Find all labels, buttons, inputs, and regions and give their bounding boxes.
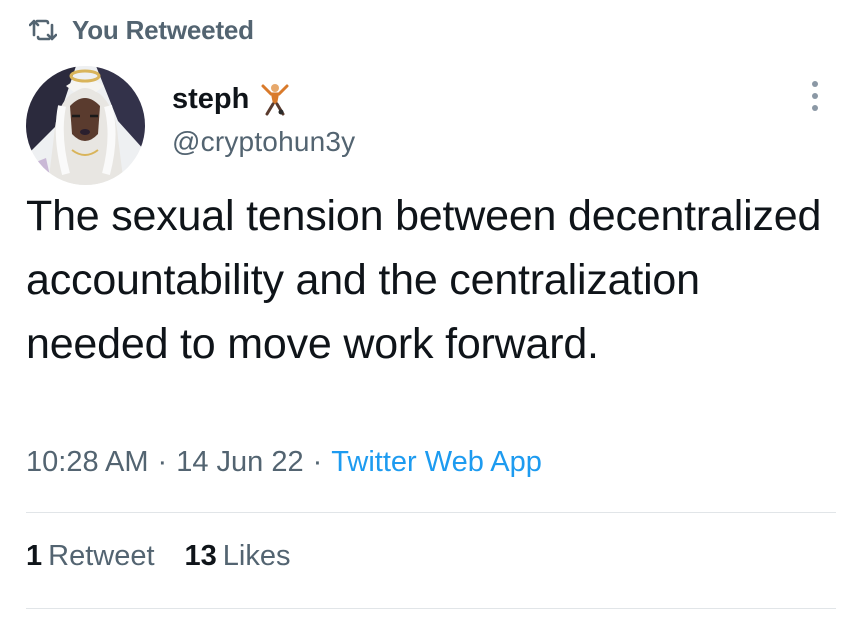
meta-separator: · <box>157 446 168 478</box>
tweet-date[interactable]: 14 Jun 22 <box>176 446 303 479</box>
avatar-illustration <box>26 66 145 185</box>
tweet-text: The sexual tension between decentralized… <box>26 192 822 368</box>
tweet-time[interactable]: 10:28 AM <box>26 446 149 479</box>
retweet-context-label: You Retweeted <box>72 14 254 45</box>
author-block[interactable]: steph @cryptohun3y <box>172 76 355 158</box>
tweet-source-link[interactable]: Twitter Web App <box>331 446 542 479</box>
retweets-count-link[interactable]: 1 Retweet <box>26 540 155 573</box>
likes-count: 13 <box>184 540 217 572</box>
avatar[interactable] <box>26 66 145 185</box>
engagement-stats: 1 Retweet 13 Likes <box>26 540 291 573</box>
retweets-count: 1 <box>26 540 43 572</box>
tweet-metadata: 10:28 AM · 14 Jun 22 · Twitter Web App <box>26 446 542 479</box>
figure-emoji-icon <box>259 82 291 116</box>
more-dot <box>812 105 818 111</box>
likes-count-link[interactable]: 13 Likes <box>185 540 291 573</box>
retweets-label: Retweet <box>48 540 155 572</box>
retweet-context[interactable]: You Retweeted <box>28 10 254 50</box>
more-dot <box>812 81 818 87</box>
more-dot <box>812 93 818 99</box>
divider <box>26 512 836 513</box>
divider <box>26 608 836 609</box>
author-name[interactable]: steph <box>172 83 249 116</box>
retweet-icon <box>28 15 58 45</box>
likes-label: Likes <box>222 540 291 572</box>
meta-separator: · <box>312 446 323 478</box>
author-handle[interactable]: @cryptohun3y <box>172 126 355 158</box>
more-vertical-icon[interactable] <box>802 76 828 116</box>
